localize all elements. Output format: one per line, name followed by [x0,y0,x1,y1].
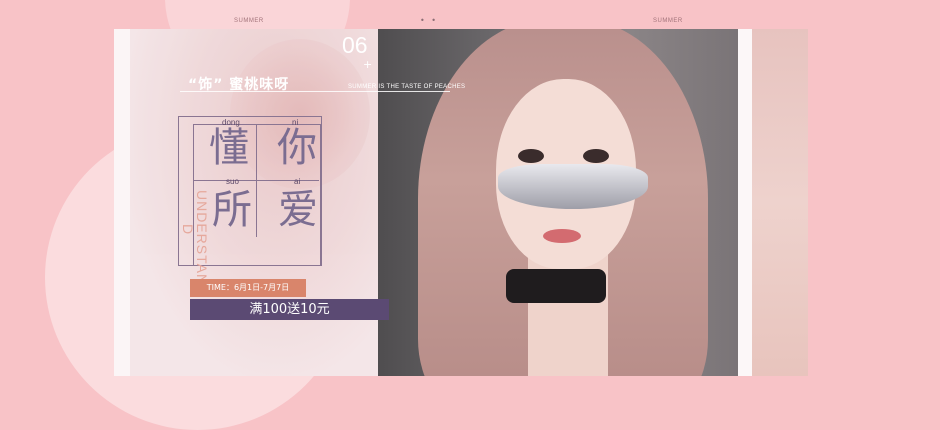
tagline: SUMMER IS THE TASTE OF PEACHES [348,84,466,90]
hanzi-3: 所 [212,187,252,233]
panel-right-strip [738,29,752,376]
vertical-english-text: UNDERSTAN [194,190,210,286]
model-eye-left [518,149,544,163]
promo-time-badge: TIME：6月1日-7月7日 [190,279,306,297]
choker-accessory [506,269,606,303]
metal-mask-accessory [498,164,648,209]
vertical-letter: D [180,224,196,235]
subtitle: “饰” 蜜桃味呀 [188,77,290,93]
season-label-right: SUMMER [653,18,683,24]
model-lips [543,229,581,243]
model-eye-right [583,149,609,163]
pinyin-4: ai [294,177,301,186]
top-dots: • • [420,16,438,25]
pinyin-3: suo [226,177,239,186]
plus-mark: + [363,58,373,71]
issue-number: 06 [342,32,368,58]
hanzi-1: 懂 [209,125,249,171]
panel-left-strip [114,29,130,376]
hanzi-4: 爱 [278,187,318,233]
hanzi-2: 你 [277,125,317,171]
model-photo [378,29,738,376]
promo-offer-button[interactable]: 满100送10元 [190,299,389,320]
side-photo-right [752,29,808,376]
season-label-left: SUMMER [234,18,264,24]
